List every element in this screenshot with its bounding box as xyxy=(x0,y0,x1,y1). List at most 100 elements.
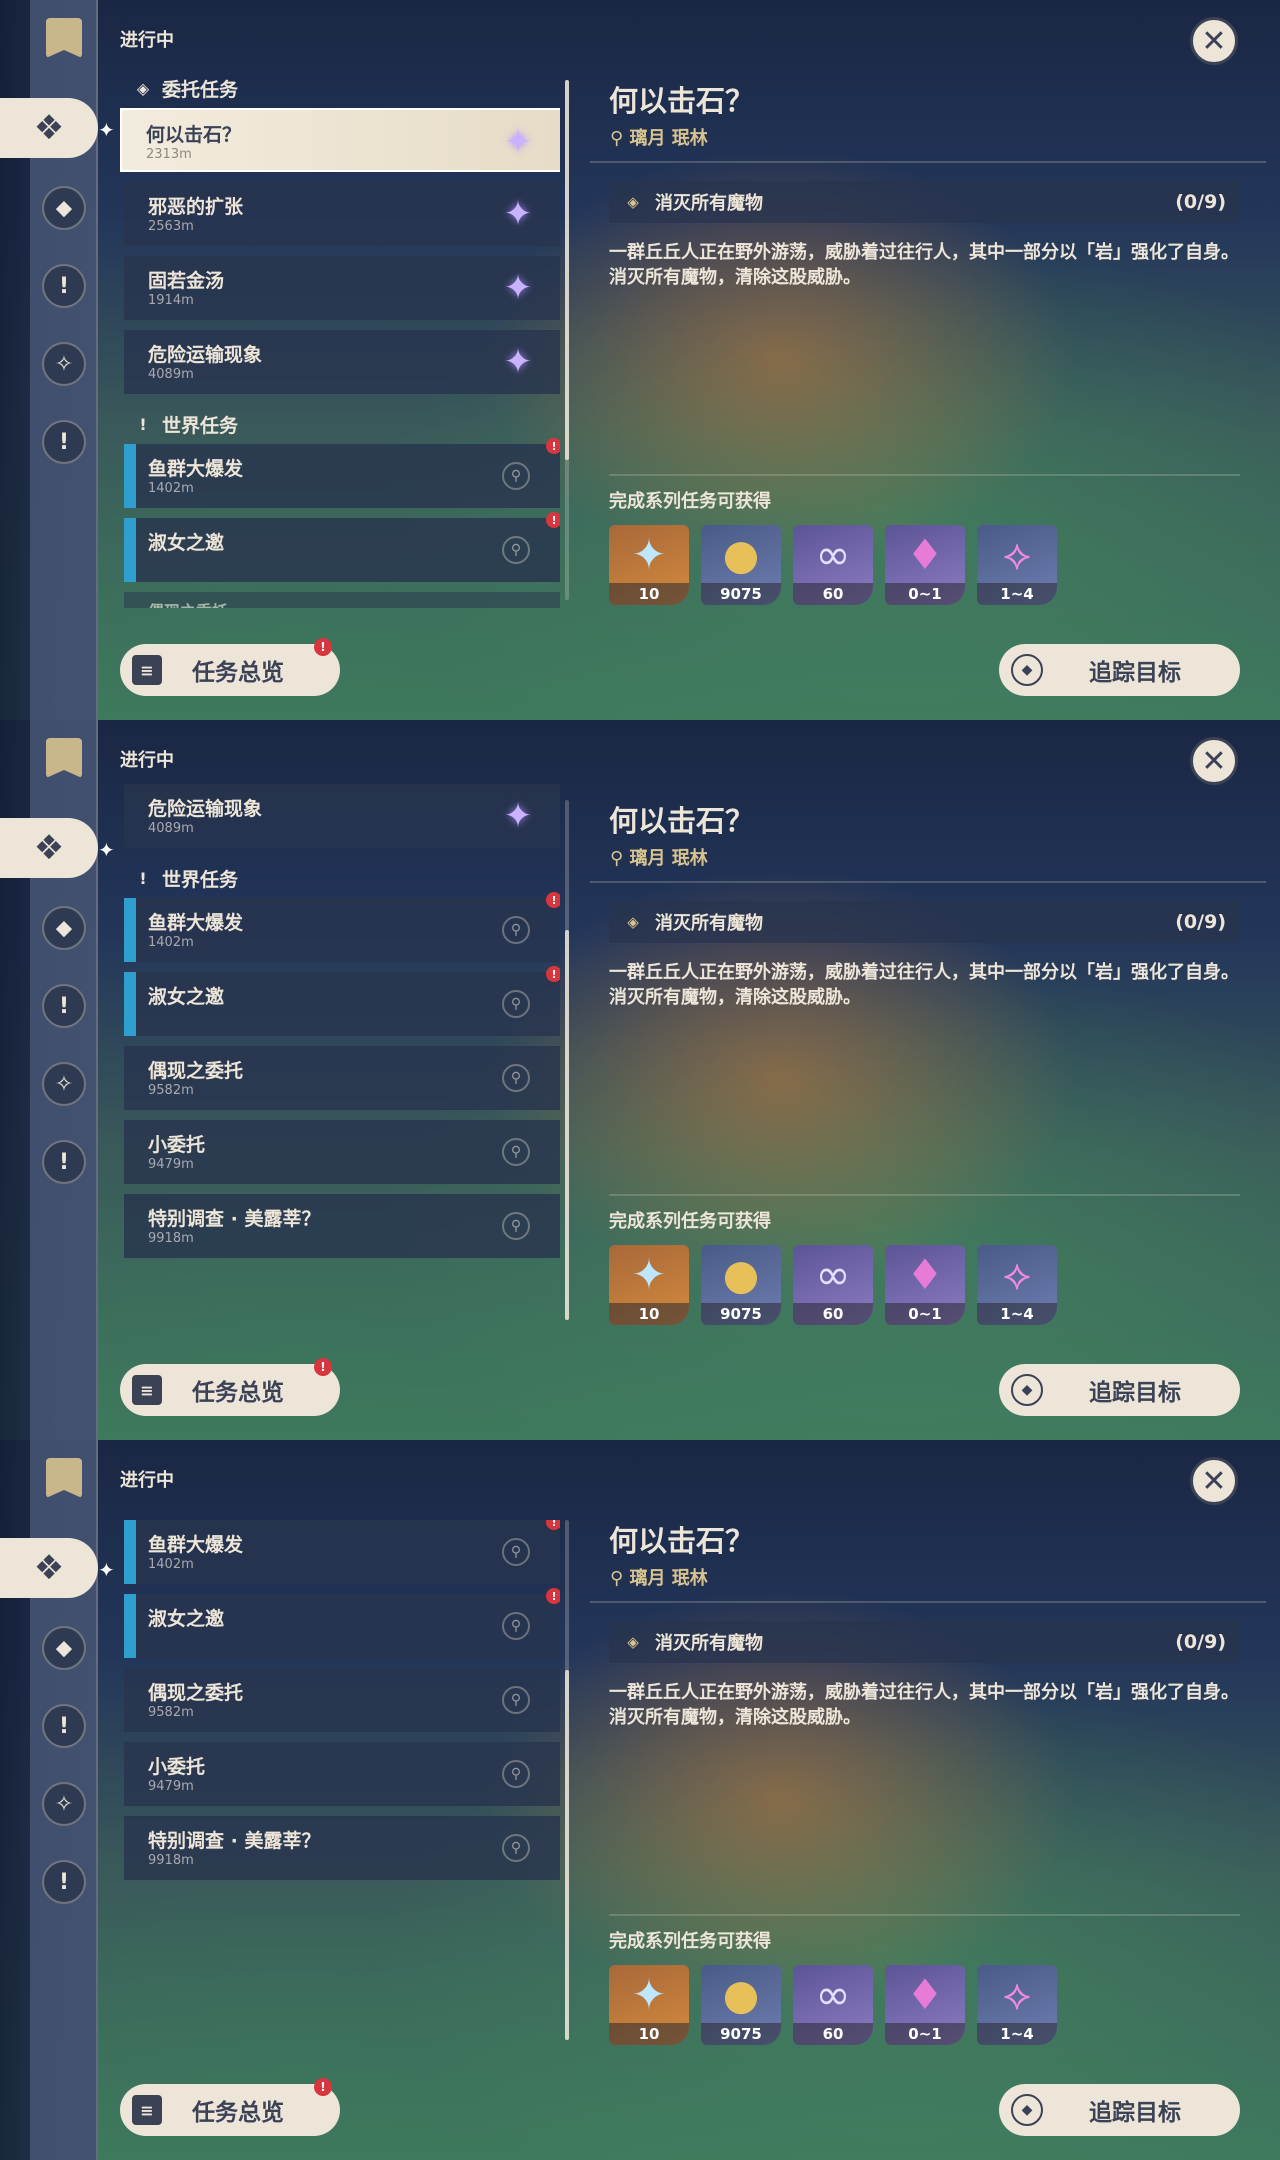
reward-primogem[interactable]: ✦ 10 xyxy=(609,1965,689,2045)
reward-mora[interactable]: ● 9075 xyxy=(701,1965,781,2045)
objective-row: ◈ 消灭所有魔物 (0/9) xyxy=(609,1621,1240,1663)
alert-badge: ! xyxy=(546,1520,560,1530)
world-quest-item-5[interactable]: 特别调查 · 美露莘？ 9918m ⚲ xyxy=(124,1816,560,1880)
objective-progress: (0/9) xyxy=(1175,1631,1226,1653)
overview-label: 任务总览 xyxy=(192,1380,284,1406)
reward-mora[interactable]: ● 9075 xyxy=(701,525,781,605)
world-quest-item-2[interactable]: 淑女之邀 ⚲ ! xyxy=(124,512,560,582)
reward-crystal[interactable]: ♦ 0~1 xyxy=(885,525,965,605)
commission-diamond-icon[interactable]: ❖ xyxy=(0,98,98,158)
quest-item-4[interactable]: 危险运输现象 4089m ✦ xyxy=(124,330,560,394)
reward-crystal-cluster[interactable]: ⟡ 1~4 xyxy=(977,1245,1057,1325)
close-icon[interactable]: ✕ xyxy=(1190,737,1238,785)
reward-crystal[interactable]: ♦ 0~1 xyxy=(885,1965,965,2045)
quest-overview-button[interactable]: ≡ 任务总览 ! xyxy=(120,1358,340,1416)
world-compass-icon[interactable]: ✧ xyxy=(42,1062,86,1106)
map-pin-icon[interactable]: ⚲ xyxy=(502,1138,530,1166)
commission-diamond-icon[interactable]: ❖ xyxy=(0,1538,98,1598)
reward-primogem[interactable]: ✦ 10 xyxy=(609,525,689,605)
scrollbar-thumb[interactable] xyxy=(565,1670,569,2040)
scrollbar-thumb[interactable] xyxy=(565,80,569,460)
quest-overview-button[interactable]: ≡ 任务总览 ! xyxy=(120,2078,340,2136)
map-pin-icon[interactable]: ⚲ xyxy=(502,1612,530,1640)
objective-text: 消灭所有魔物 xyxy=(655,913,763,934)
section-title: 世界任务 xyxy=(162,868,239,891)
section-world: ! 世界任务 xyxy=(120,858,560,898)
reward-mora[interactable]: ● 9075 xyxy=(701,1245,781,1325)
quest-overview-button[interactable]: ≡ 任务总览 ! xyxy=(120,638,340,696)
track-label: 追踪目标 xyxy=(1089,660,1181,686)
status-label: 进行中 xyxy=(120,1470,174,1491)
quest-title: 何以击石？ xyxy=(609,84,755,118)
alert-badge: ! xyxy=(314,638,332,656)
world-quest-item-3[interactable]: 偶现之委托 9582m ⚲ xyxy=(124,1668,560,1732)
map-pin-icon[interactable]: ⚲ xyxy=(502,1538,530,1566)
world-compass-icon[interactable]: ✧ xyxy=(42,1782,86,1826)
reward-count: 9075 xyxy=(701,583,781,605)
story-quest-icon[interactable]: ! xyxy=(42,264,86,308)
reward-companionship[interactable]: ∞ 60 xyxy=(793,1245,873,1325)
world-quest-item-1[interactable]: 鱼群大爆发 1402m ⚲ ! xyxy=(124,1520,560,1584)
world-quest-item-3[interactable]: 偶现之委托 xyxy=(124,592,560,608)
quest-item-3[interactable]: 固若金汤 1914m ✦ xyxy=(124,256,560,320)
world-quest-item-1[interactable]: 鱼群大爆发 1402m ⚲ ! xyxy=(124,438,560,508)
map-pin-icon[interactable]: ⚲ xyxy=(502,1834,530,1862)
quest-list: ◈ 委托任务 何以击石？ 2313m ✦ 邪恶的扩张 2563m ✦ 固若金汤 … xyxy=(120,68,560,608)
track-target-button[interactable]: ◆ 追踪目标 xyxy=(999,2084,1240,2136)
commission-diamond-icon[interactable]: ❖ xyxy=(0,818,98,878)
world-quest-item-4[interactable]: 小委托 9479m ⚲ xyxy=(124,1120,560,1184)
reward-crystal-cluster[interactable]: ⟡ 1~4 xyxy=(977,525,1057,605)
archon-quest-icon[interactable]: ⬥ xyxy=(42,186,86,230)
quest-item-1[interactable]: 何以击石？ 2313m ✦ xyxy=(120,108,560,172)
quest-distance: 9918m xyxy=(148,1853,194,1868)
story-quest-icon[interactable]: ! xyxy=(42,1704,86,1748)
close-icon[interactable]: ✕ xyxy=(1190,1457,1238,1505)
divider xyxy=(609,1194,1240,1196)
close-icon[interactable]: ✕ xyxy=(1190,17,1238,65)
track-diamond-icon: ◆ xyxy=(1011,2094,1043,2126)
reward-companionship[interactable]: ∞ 60 xyxy=(793,525,873,605)
quest-panel-2: ❖ ✦ ⬥ ! ✧ ! 进行中 ✕ 危险运输现象 4089m ✦ ! 世界任务 … xyxy=(0,720,1280,1440)
archon-quest-icon[interactable]: ⬥ xyxy=(42,906,86,950)
map-pin-icon[interactable]: ⚲ xyxy=(502,916,530,944)
alert-badge: ! xyxy=(546,1588,560,1604)
status-label: 进行中 xyxy=(120,30,174,51)
mora-coin-icon: ● xyxy=(722,1250,760,1299)
exclamation-icon[interactable]: ! xyxy=(42,420,86,464)
purple-crystal-icon: ♦ xyxy=(906,1970,944,2019)
world-quest-item-2[interactable]: 淑女之邀 ⚲ ! xyxy=(124,966,560,1036)
reward-count: 0~1 xyxy=(885,583,965,605)
reward-primogem[interactable]: ✦ 10 xyxy=(609,1245,689,1325)
map-pin-icon[interactable]: ⚲ xyxy=(502,536,530,564)
world-quest-item-1[interactable]: 鱼群大爆发 1402m ⚲ ! xyxy=(124,892,560,962)
reward-companionship[interactable]: ∞ 60 xyxy=(793,1965,873,2045)
quest-item-2[interactable]: 邪恶的扩张 2563m ✦ xyxy=(124,182,560,246)
story-quest-icon[interactable]: ! xyxy=(42,984,86,1028)
world-quest-item-4[interactable]: 小委托 9479m ⚲ xyxy=(124,1742,560,1806)
pink-crystal-cluster-icon: ⟡ xyxy=(1003,530,1031,579)
scrollbar-thumb[interactable] xyxy=(565,930,569,1320)
pink-crystal-cluster-icon: ⟡ xyxy=(1003,1250,1031,1299)
quest-item-4[interactable]: 危险运输现象 4089m ✦ xyxy=(124,784,560,848)
reward-crystal[interactable]: ♦ 0~1 xyxy=(885,1245,965,1325)
quest-name: 特别调查 · 美露莘？ xyxy=(148,1830,321,1852)
map-pin-icon[interactable]: ⚲ xyxy=(502,1760,530,1788)
map-pin-icon[interactable]: ⚲ xyxy=(502,1212,530,1240)
nav-rail: ❖ ✦ ⬥ ! ✧ ! xyxy=(0,1440,115,2160)
world-quest-item-2[interactable]: 淑女之邀 ⚲ ! xyxy=(124,1588,560,1658)
world-quest-item-5[interactable]: 特别调查 · 美露莘？ 9918m ⚲ xyxy=(124,1194,560,1258)
world-quest-item-3[interactable]: 偶现之委托 9582m ⚲ xyxy=(124,1046,560,1110)
archon-quest-icon[interactable]: ⬥ xyxy=(42,1626,86,1670)
map-pin-icon[interactable]: ⚲ xyxy=(502,990,530,1018)
exclamation-icon[interactable]: ! xyxy=(42,1140,86,1184)
track-target-button[interactable]: ◆ 追踪目标 xyxy=(999,644,1240,696)
map-pin-icon[interactable]: ⚲ xyxy=(502,1064,530,1092)
alert-badge: ! xyxy=(314,2078,332,2096)
track-target-button[interactable]: ◆ 追踪目标 xyxy=(999,1364,1240,1416)
world-compass-icon[interactable]: ✧ xyxy=(42,342,86,386)
nav-rail: ❖ ✦ ⬥ ! ✧ ! xyxy=(0,720,115,1440)
map-pin-icon[interactable]: ⚲ xyxy=(502,462,530,490)
map-pin-icon[interactable]: ⚲ xyxy=(502,1686,530,1714)
reward-crystal-cluster[interactable]: ⟡ 1~4 xyxy=(977,1965,1057,2045)
exclamation-icon[interactable]: ! xyxy=(42,1860,86,1904)
